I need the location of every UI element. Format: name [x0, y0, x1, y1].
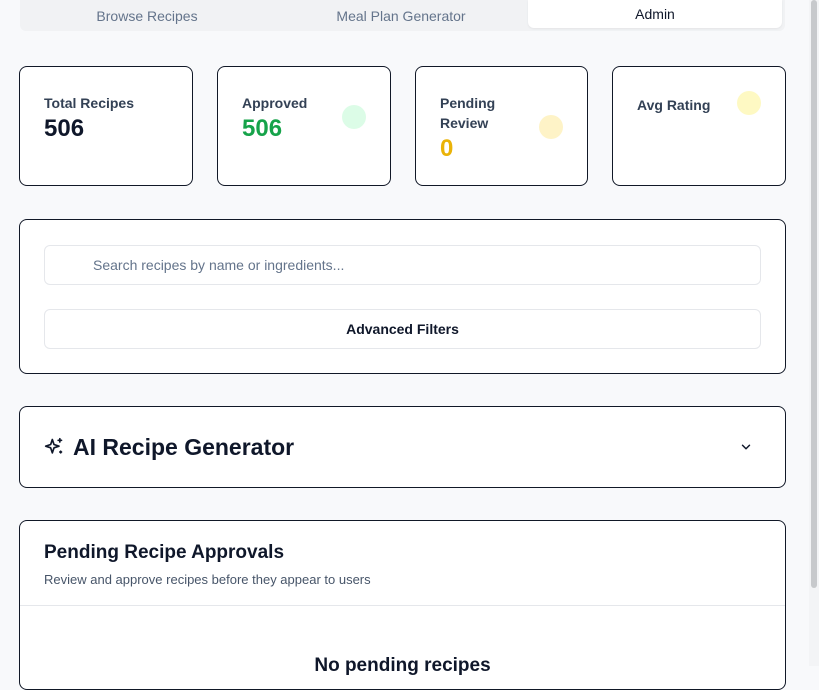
search-input[interactable] [44, 245, 761, 285]
tab-browse-recipes[interactable]: Browse Recipes [20, 0, 274, 31]
chevron-down-icon[interactable] [739, 440, 753, 454]
divider [20, 605, 785, 606]
sparkles-icon [44, 437, 63, 454]
approved-status-icon [342, 105, 366, 129]
stat-value: 0 [440, 135, 454, 162]
advanced-filters-button[interactable]: Advanced Filters [44, 309, 761, 349]
pending-approvals-subtitle: Review and approve recipes before they a… [44, 572, 371, 587]
pending-approvals-panel: Pending Recipe Approvals Review and appr… [19, 520, 786, 690]
stat-card-total-recipes: Total Recipes 506 [19, 66, 193, 186]
empty-state-message: No pending recipes [314, 655, 491, 676]
stat-label: Approved [242, 95, 308, 111]
rating-star-icon [737, 91, 761, 115]
search-panel: Advanced Filters [19, 219, 786, 374]
stat-card-avg-rating: Avg Rating [612, 66, 786, 186]
stat-value: 506 [44, 115, 85, 142]
tab-meal-plan-generator[interactable]: Meal Plan Generator [274, 0, 528, 31]
page-scrollbar[interactable] [809, 0, 819, 666]
pending-status-icon [539, 115, 563, 139]
tab-admin[interactable]: Admin [528, 0, 782, 28]
stat-label: Total Recipes [44, 95, 134, 111]
ai-generator-title: AI Recipe Generator [73, 434, 295, 460]
stat-card-pending-review: Pending Review 0 [415, 66, 588, 186]
stat-card-approved: Approved 506 [217, 66, 391, 186]
stat-label: Pending Review [440, 95, 496, 131]
stat-label: Avg Rating [637, 97, 711, 113]
stat-value: 506 [242, 115, 283, 142]
pending-approvals-title: Pending Recipe Approvals [44, 542, 285, 563]
main-tabs: Browse Recipes Meal Plan Generator Admin [20, 0, 785, 31]
ai-recipe-generator-panel[interactable]: AI Recipe Generator [19, 406, 786, 488]
scrollbar-thumb[interactable] [811, 0, 817, 588]
